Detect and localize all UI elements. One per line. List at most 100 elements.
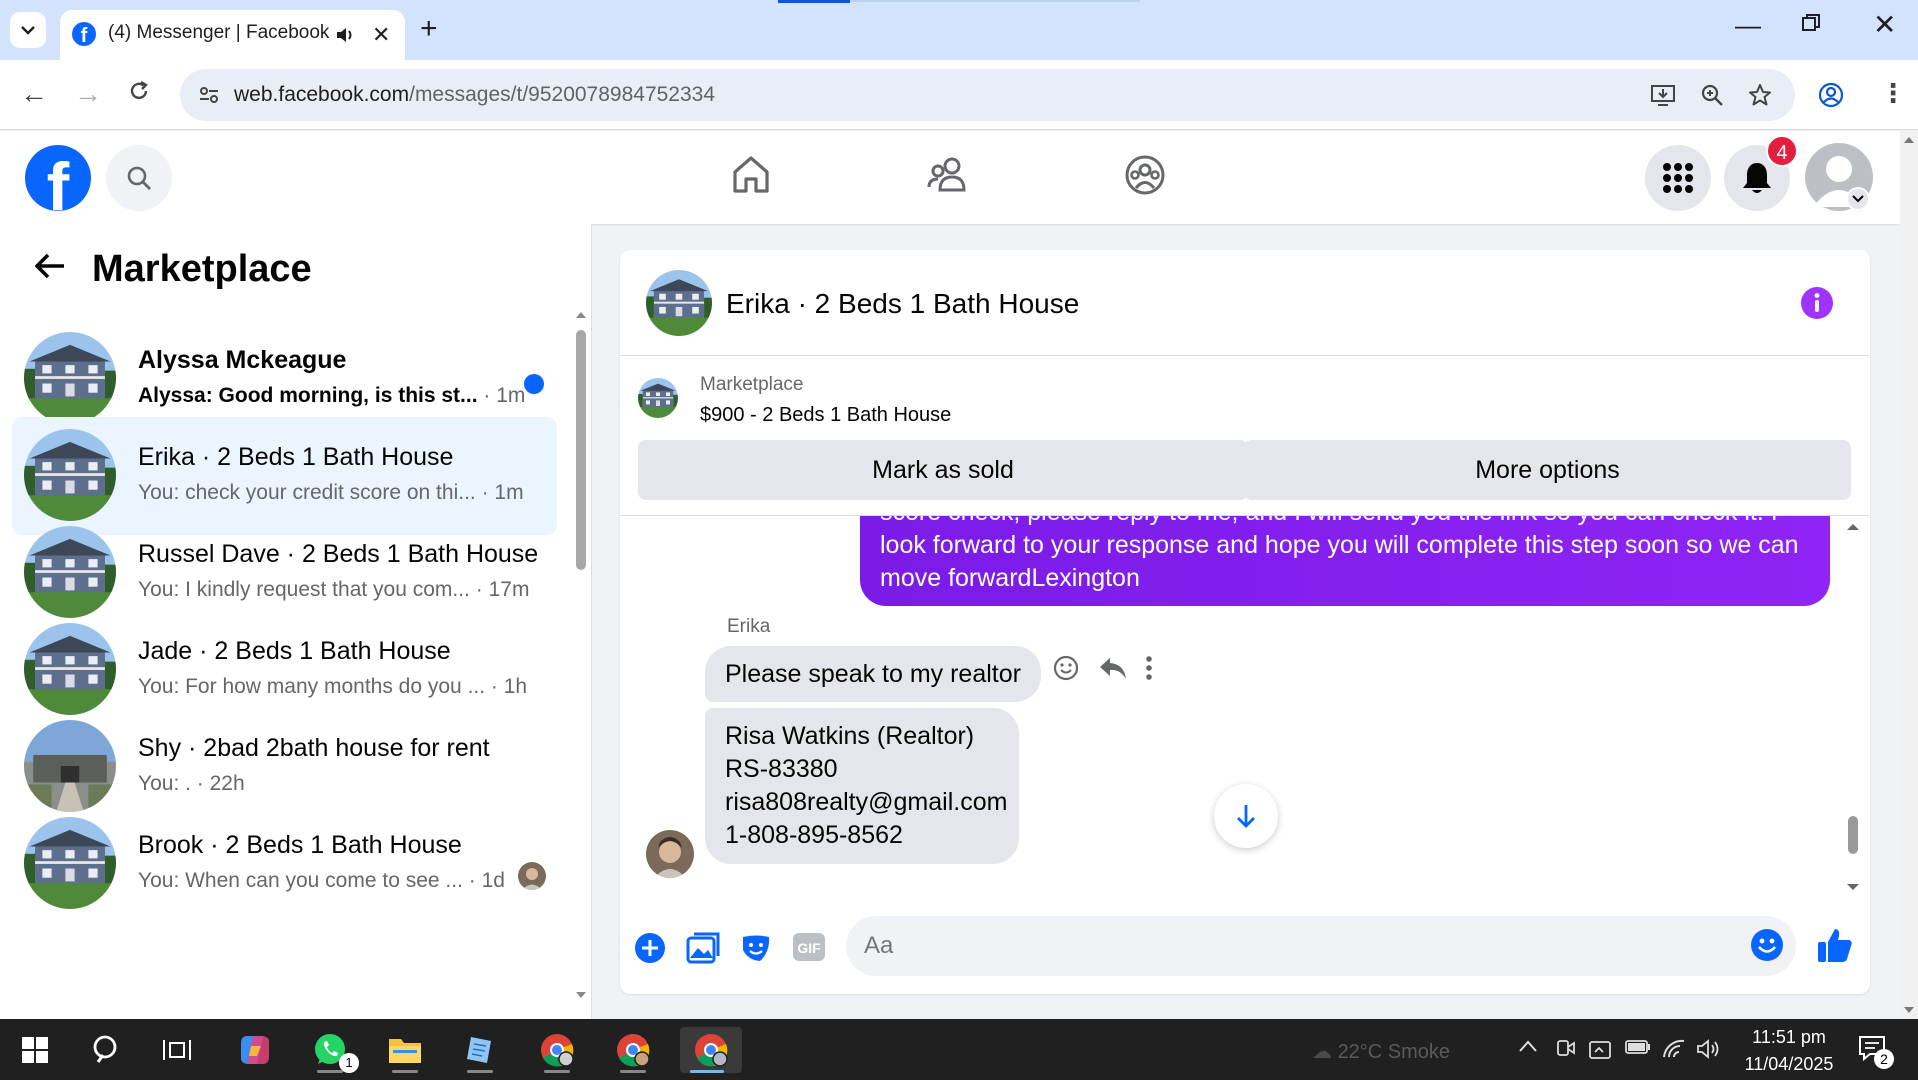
browser-menu-icon[interactable]: ⋮ <box>1880 78 1906 108</box>
listing-thumbnail[interactable] <box>638 378 678 418</box>
thumbs-up-icon[interactable] <box>1816 926 1854 964</box>
taskbar-file-explorer[interactable] <box>378 1027 432 1073</box>
wifi-icon[interactable] <box>1662 1039 1686 1059</box>
plus-circle-icon[interactable] <box>634 932 666 964</box>
chrome-icon <box>617 1034 650 1067</box>
mark-as-sold-button[interactable]: Mark as sold <box>638 440 1248 500</box>
conversation-time: · 17m <box>469 578 530 601</box>
restore-window-button[interactable] <box>1802 14 1820 32</box>
taskbar-chrome-2[interactable] <box>606 1027 660 1073</box>
conversation-time: · 22h <box>190 772 245 795</box>
conversation-snippet: Alyssa: Good morning, is this st... · 1m <box>138 384 525 408</box>
friends-icon[interactable] <box>926 153 970 197</box>
browser-profile-icon[interactable] <box>1818 82 1844 108</box>
more-actions-icon[interactable] <box>1144 654 1154 682</box>
chat-title[interactable]: Erika · 2 Beds 1 Bath House <box>726 288 1079 320</box>
arrow-down-icon <box>1237 805 1255 828</box>
message-composer: GIF <box>620 898 1870 994</box>
incoming-contact-bubble[interactable]: Risa Watkins (Realtor) RS-83380 risa808r… <box>705 708 1019 864</box>
account-menu-chevron[interactable] <box>1846 187 1870 211</box>
bookmark-star-icon[interactable] <box>1748 83 1772 107</box>
task-view-button[interactable] <box>150 1027 204 1073</box>
address-bar[interactable]: web.facebook.com/messages/t/952007898475… <box>180 69 1795 121</box>
menu-grid-button[interactable] <box>1645 145 1711 211</box>
volume-icon[interactable] <box>1696 1039 1722 1059</box>
app-tray-icon[interactable] <box>1588 1039 1612 1061</box>
clock-date[interactable]: 11/04/2025 <box>1734 1054 1844 1075</box>
react-emoji-icon[interactable] <box>1052 654 1080 682</box>
gif-icon[interactable]: GIF <box>792 932 826 962</box>
scroll-to-bottom-button[interactable] <box>1214 784 1278 848</box>
contact-line: risa808realty@gmail.com <box>725 788 1008 816</box>
emoji-icon[interactable] <box>1750 928 1784 962</box>
conversation-scrollbar[interactable] <box>573 306 589 1006</box>
back-icon[interactable]: ← <box>20 80 48 108</box>
chrome-icon <box>695 1034 728 1067</box>
task-view-icon <box>163 1040 191 1060</box>
taskbar-notepad[interactable] <box>453 1027 507 1073</box>
tab-search-button[interactable] <box>10 12 46 48</box>
sticker-icon[interactable] <box>740 932 772 964</box>
clock-time[interactable]: 11:51 pm <box>1744 1027 1834 1048</box>
taskbar-chrome-1[interactable] <box>530 1027 584 1073</box>
sender-avatar[interactable] <box>646 830 694 878</box>
facebook-header: f 4 <box>0 131 1900 224</box>
chrome-icon <box>541 1034 574 1067</box>
weather-text: 22°C Smoke <box>1337 1041 1451 1063</box>
facebook-search-button[interactable] <box>106 145 172 211</box>
minimize-window-button[interactable]: — <box>1735 10 1761 41</box>
conversation-thumbnail <box>24 526 116 618</box>
reload-icon[interactable] <box>128 80 150 102</box>
conversation-name: Shy · 2bad 2bath house for rent <box>138 734 490 762</box>
browser-tab-messenger[interactable]: f (4) Messenger | Facebook ✕ <box>60 10 405 60</box>
speaker-icon[interactable] <box>335 26 355 44</box>
search-icon <box>93 1035 117 1063</box>
conversation-thumbnail <box>24 817 116 909</box>
outgoing-message-bubble[interactable]: score check, please reply to me, and I w… <box>860 516 1830 606</box>
groups-icon[interactable] <box>1123 153 1167 197</box>
incoming-message-bubble[interactable]: Please speak to my realtor <box>705 646 1041 702</box>
url-host: web.facebook.com <box>234 83 410 106</box>
facebook-logo[interactable]: f <box>25 145 91 211</box>
close-tab-icon[interactable]: ✕ <box>372 22 390 48</box>
listing-price[interactable]: $900 - 2 Beds 1 Bath House <box>700 404 951 427</box>
tab-title: (4) Messenger | Facebook <box>108 22 330 43</box>
message-scrollbar[interactable] <box>1844 516 1862 898</box>
conversation-time: · 1m <box>475 481 524 504</box>
page-scrollbar[interactable] <box>1900 131 1918 1019</box>
home-icon[interactable] <box>729 153 773 197</box>
show-hidden-icons-chevron[interactable] <box>1518 1039 1538 1053</box>
conversation-time: · 1d <box>462 869 505 892</box>
install-app-icon[interactable] <box>1650 83 1676 107</box>
new-tab-button[interactable]: + <box>420 12 438 46</box>
weather-icon: ☁ <box>1312 1041 1332 1063</box>
copilot-icon <box>241 1036 269 1064</box>
conversation-item[interactable]: Brook · 2 Beds 1 Bath House You: When can… <box>12 805 557 923</box>
close-window-button[interactable]: ✕ <box>1873 8 1896 41</box>
taskbar-search[interactable] <box>80 1027 134 1073</box>
forward-icon[interactable]: → <box>74 80 102 108</box>
more-options-button[interactable]: More options <box>1244 440 1851 500</box>
running-indicator <box>544 1070 570 1073</box>
reply-icon[interactable] <box>1098 654 1128 682</box>
chat-header: Erika · 2 Beds 1 Bath House <box>620 250 1870 356</box>
conversation-snippet: You: . · 22h <box>138 772 245 796</box>
info-icon[interactable] <box>1800 286 1834 320</box>
svg-text:GIF: GIF <box>797 940 821 956</box>
message-input[interactable] <box>846 916 1796 976</box>
start-button[interactable] <box>8 1027 62 1073</box>
meet-now-icon[interactable] <box>1554 1039 1576 1059</box>
chat-listing-thumbnail[interactable] <box>646 270 712 336</box>
weather-widget[interactable]: ☁ 22°C Smoke <box>1312 1039 1450 1064</box>
zoom-icon[interactable] <box>1700 83 1724 107</box>
battery-icon[interactable] <box>1625 1039 1651 1055</box>
taskbar-whatsapp[interactable]: 1 <box>303 1027 359 1073</box>
taskbar-chrome-3-active[interactable] <box>680 1027 742 1073</box>
chevron-down-icon <box>1852 195 1864 203</box>
taskbar-copilot[interactable] <box>228 1027 282 1073</box>
site-info-icon[interactable] <box>198 84 220 106</box>
snippet-text: Alyssa: Good morning, is this st... <box>138 384 478 407</box>
photo-gallery-icon[interactable] <box>686 932 720 964</box>
back-arrow-icon[interactable] <box>34 252 66 280</box>
windows-taskbar: 1 ☁ 22°C Smoke 11:51 pm 11/04/2025 2 <box>0 1019 1918 1080</box>
